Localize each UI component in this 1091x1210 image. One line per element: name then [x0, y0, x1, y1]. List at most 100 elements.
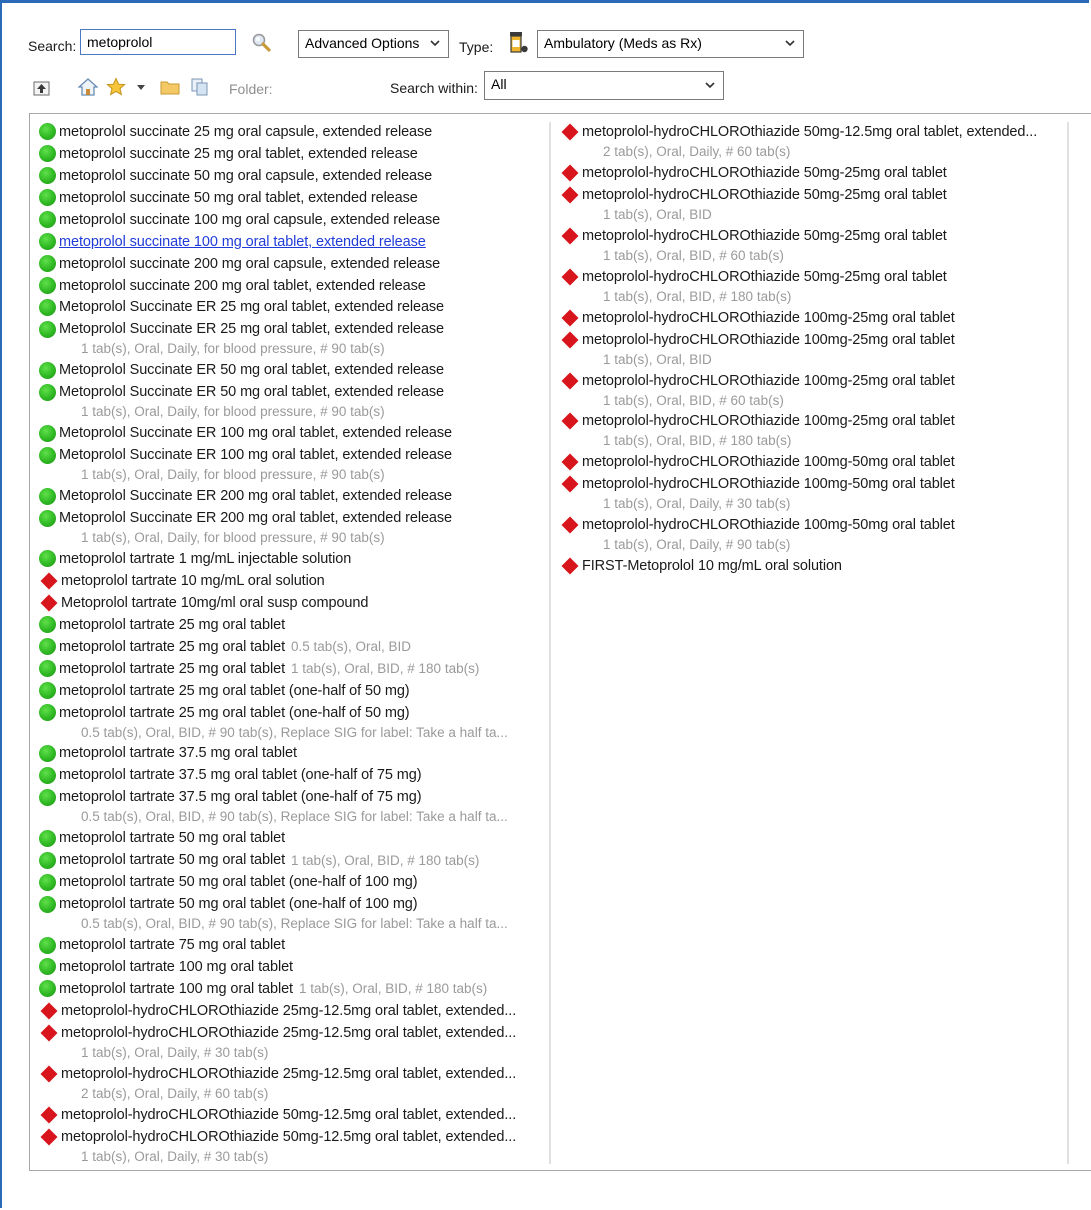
list-item[interactable]: metoprolol-hydroCHLOROthiazide 50mg-12.5… [560, 121, 1091, 162]
list-item[interactable]: metoprolol-hydroCHLOROthiazide 100mg-25m… [560, 411, 1091, 452]
chevron-down-icon [705, 82, 715, 89]
order-sentence: 0.5 tab(s), Oral, BID, # 90 tab(s), Repl… [81, 809, 508, 825]
list-item[interactable]: metoprolol tartrate 25 mg oral tablet 0.5… [39, 636, 544, 658]
list-item[interactable]: metoprolol tartrate 1 mg/mL injectable s… [39, 548, 544, 570]
list-item[interactable]: Metoprolol tartrate 10mg/ml oral susp co… [39, 592, 544, 614]
list-item[interactable]: metoprolol tartrate 75 mg oral tablet [39, 934, 544, 956]
list-item[interactable]: metoprolol succinate 50 mg oral tablet, … [39, 187, 544, 209]
order-sentence: 1 tab(s), Oral, BID, # 180 tab(s) [603, 433, 792, 449]
results-column-right: metoprolol-hydroCHLOROthiazide 50mg-12.5… [560, 121, 1091, 577]
list-item-row: metoprolol tartrate 100 mg oral tablet 1 … [39, 978, 544, 1000]
medication-name: metoprolol tartrate 25 mg oral tablet [59, 660, 285, 677]
list-item[interactable]: Metoprolol Succinate ER 25 mg oral table… [39, 297, 544, 319]
list-item[interactable]: metoprolol tartrate 25 mg oral tablet (o… [39, 680, 544, 702]
up-folder-icon[interactable] [32, 78, 52, 98]
list-item[interactable]: metoprolol tartrate 10 mg/mL oral soluti… [39, 570, 544, 592]
green-status-icon [39, 766, 56, 784]
medication-name: metoprolol-hydroCHLOROthiazide 100mg-50m… [582, 454, 955, 471]
copy-icon[interactable] [190, 77, 210, 97]
list-item[interactable]: metoprolol tartrate 37.5 mg oral tablet … [39, 786, 544, 827]
list-item[interactable]: metoprolol-hydroCHLOROthiazide 100mg-25m… [560, 329, 1091, 370]
list-item[interactable]: metoprolol-hydroCHLOROthiazide 25mg-12.5… [39, 1022, 544, 1063]
list-item[interactable]: metoprolol-hydroCHLOROthiazide 50mg-12.5… [39, 1104, 544, 1126]
list-item-row: metoprolol tartrate 50 mg oral tablet 1 t… [39, 849, 544, 871]
red-diamond-icon [40, 1024, 58, 1042]
home-icon[interactable] [77, 77, 99, 97]
list-item[interactable]: metoprolol succinate 25 mg oral capsule,… [39, 121, 544, 143]
list-item[interactable]: Metoprolol Succinate ER 200 mg oral tabl… [39, 507, 544, 548]
list-item[interactable]: metoprolol tartrate 25 mg oral tablet [39, 614, 544, 636]
list-item[interactable]: metoprolol-hydroCHLOROthiazide 50mg-25mg… [560, 266, 1091, 307]
green-status-icon [39, 424, 56, 442]
list-item[interactable]: metoprolol-hydroCHLOROthiazide 100mg-25m… [560, 370, 1091, 411]
list-item[interactable]: Metoprolol Succinate ER 25 mg oral table… [39, 318, 544, 359]
list-item[interactable]: metoprolol-hydroCHLOROthiazide 100mg-25m… [560, 307, 1091, 329]
search-input[interactable] [80, 29, 236, 55]
list-item[interactable]: metoprolol succinate 200 mg oral tablet,… [39, 275, 544, 297]
list-item[interactable]: metoprolol tartrate 50 mg oral tablet [39, 827, 544, 849]
list-item[interactable]: metoprolol-hydroCHLOROthiazide 50mg-12.5… [39, 1126, 544, 1167]
list-item[interactable]: metoprolol-hydroCHLOROthiazide 50mg-25mg… [560, 225, 1091, 266]
green-status-icon [39, 851, 56, 869]
list-item[interactable]: metoprolol succinate 25 mg oral tablet, … [39, 143, 544, 165]
caret-down-icon[interactable] [136, 79, 146, 99]
list-item-row: Metoprolol Succinate ER 50 mg oral table… [39, 359, 544, 381]
list-item-row: metoprolol-hydroCHLOROthiazide 50mg-12.5… [39, 1104, 544, 1126]
list-item[interactable]: metoprolol-hydroCHLOROthiazide 100mg-50m… [560, 473, 1091, 514]
list-item-row: metoprolol-hydroCHLOROthiazide 100mg-25m… [560, 411, 1091, 433]
favorites-star-icon[interactable] [106, 77, 126, 97]
green-status-icon [39, 361, 56, 379]
list-item[interactable]: metoprolol-hydroCHLOROthiazide 100mg-50m… [560, 514, 1091, 555]
list-item-row: metoprolol-hydroCHLOROthiazide 50mg-25mg… [560, 184, 1091, 206]
medication-name: Metoprolol Succinate ER 200 mg oral tabl… [59, 510, 452, 527]
search-within-dropdown[interactable]: All [484, 71, 724, 100]
list-item-row: metoprolol tartrate 75 mg oral tablet [39, 934, 544, 956]
list-item[interactable]: metoprolol tartrate 50 mg oral tablet 1 t… [39, 849, 544, 871]
list-item[interactable]: metoprolol tartrate 100 mg oral tablet 1 … [39, 978, 544, 1000]
green-status-icon [39, 744, 56, 762]
medication-link[interactable]: metoprolol succinate 100 mg oral tablet,… [59, 234, 426, 250]
medication-name: metoprolol-hydroCHLOROthiazide 50mg-25mg… [582, 186, 947, 203]
list-item[interactable]: metoprolol tartrate 25 mg oral tablet 1 t… [39, 658, 544, 680]
medication-name: metoprolol-hydroCHLOROthiazide 100mg-25m… [582, 331, 955, 348]
list-item[interactable]: metoprolol-hydroCHLOROthiazide 50mg-25mg… [560, 162, 1091, 184]
medication-name: Metoprolol Succinate ER 200 mg oral tabl… [59, 488, 452, 505]
list-item[interactable]: metoprolol tartrate 50 mg oral tablet (o… [39, 871, 544, 893]
medication-name: metoprolol-hydroCHLOROthiazide 100mg-50m… [582, 517, 955, 534]
list-item[interactable]: Metoprolol Succinate ER 200 mg oral tabl… [39, 485, 544, 507]
list-item[interactable]: metoprolol succinate 100 mg oral tablet,… [39, 231, 544, 253]
list-item[interactable]: metoprolol-hydroCHLOROthiazide 25mg-12.5… [39, 1063, 544, 1104]
red-diamond-icon [40, 1128, 58, 1146]
medication-name: metoprolol-hydroCHLOROthiazide 25mg-12.5… [61, 1024, 517, 1041]
list-item[interactable]: metoprolol tartrate 50 mg oral tablet (o… [39, 893, 544, 934]
medication-name: Metoprolol Succinate ER 100 mg oral tabl… [59, 447, 452, 464]
list-item[interactable]: Metoprolol Succinate ER 50 mg oral table… [39, 381, 544, 422]
list-item[interactable]: metoprolol-hydroCHLOROthiazide 100mg-50m… [560, 451, 1091, 473]
list-item-row: metoprolol tartrate 37.5 mg oral tablet … [39, 764, 544, 786]
list-item-row: metoprolol-hydroCHLOROthiazide 25mg-12.5… [39, 1063, 544, 1085]
list-item[interactable]: metoprolol succinate 200 mg oral capsule… [39, 253, 544, 275]
list-item[interactable]: metoprolol tartrate 100 mg oral tablet [39, 956, 544, 978]
list-item[interactable]: Metoprolol Succinate ER 50 mg oral table… [39, 359, 544, 381]
medication-name: Metoprolol Succinate ER 25 mg oral table… [59, 321, 445, 338]
advanced-options-dropdown[interactable]: Advanced Options [298, 30, 449, 58]
type-dropdown[interactable]: Ambulatory (Meds as Rx) [537, 30, 804, 58]
folder-icon[interactable] [160, 77, 180, 97]
green-status-icon [39, 682, 56, 700]
list-item[interactable]: FIRST-Metoprolol 10 mg/mL oral solution [560, 555, 1091, 577]
list-item[interactable]: metoprolol succinate 50 mg oral capsule,… [39, 165, 544, 187]
list-item[interactable]: metoprolol-hydroCHLOROthiazide 25mg-12.5… [39, 1000, 544, 1022]
list-item[interactable]: metoprolol tartrate 37.5 mg oral tablet … [39, 764, 544, 786]
list-item[interactable]: Metoprolol Succinate ER 100 mg oral tabl… [39, 422, 544, 444]
list-item[interactable]: metoprolol tartrate 37.5 mg oral tablet [39, 743, 544, 765]
red-diamond-icon [40, 594, 58, 612]
list-item[interactable]: Metoprolol Succinate ER 100 mg oral tabl… [39, 444, 544, 485]
list-item[interactable]: metoprolol succinate 100 mg oral capsule… [39, 209, 544, 231]
list-item[interactable]: metoprolol-hydroCHLOROthiazide 50mg-25mg… [560, 184, 1091, 225]
list-item[interactable]: metoprolol tartrate 25 mg oral tablet (o… [39, 702, 544, 743]
list-item-row: Metoprolol Succinate ER 25 mg oral table… [39, 318, 544, 340]
list-item-row: metoprolol-hydroCHLOROthiazide 50mg-12.5… [39, 1126, 544, 1148]
green-status-icon [39, 320, 56, 338]
green-status-icon [39, 123, 56, 141]
search-icon[interactable] [250, 32, 272, 54]
